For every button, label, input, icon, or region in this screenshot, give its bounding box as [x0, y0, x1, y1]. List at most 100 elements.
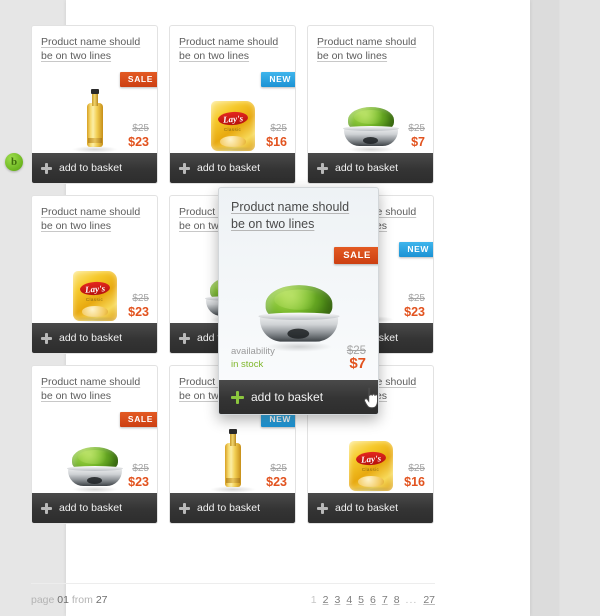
add-to-basket-label: add to basket [335, 502, 399, 514]
plus-icon [317, 162, 328, 174]
page-link-1[interactable]: 1 [311, 594, 317, 606]
product-media: SALE $25 $23 [32, 403, 157, 493]
product-media: SALE $25 $23 [32, 63, 157, 153]
current-price: $7 [349, 355, 366, 372]
pagination-ellipsis: ... [405, 594, 418, 606]
salad-bowl-image [342, 107, 399, 153]
price-block: $25 $16 [404, 463, 425, 489]
add-to-basket-label: add to basket [59, 332, 123, 344]
sale-badge: SALE [119, 72, 157, 87]
price-block: $25 $23 [128, 293, 149, 319]
old-price: $25 [408, 293, 425, 304]
page-link-6[interactable]: 6 [370, 594, 376, 606]
product-title: Product name should be on two lines [179, 36, 279, 62]
product-card[interactable]: Product name should be on two lines SALE… [31, 365, 158, 524]
plus-icon [41, 502, 52, 514]
sale-badge: SALE [334, 247, 378, 264]
current-price: $23 [404, 305, 425, 319]
page-link-2[interactable]: 2 [323, 594, 329, 606]
chips-bag-image: Lay's Classic [71, 271, 118, 323]
plus-icon [231, 390, 244, 404]
bookmark-badge-icon[interactable]: b [5, 153, 23, 171]
plus-icon [41, 332, 52, 344]
price-block: $25 $7 [408, 123, 425, 149]
old-price: $25 [132, 463, 149, 474]
current-price: $23 [128, 475, 149, 489]
product-media: NEW $25 $23 [170, 403, 295, 493]
screen: b Product name should be on two lines SA… [0, 0, 600, 616]
new-badge: NEW [261, 72, 295, 87]
beer-bottle-image [71, 89, 118, 153]
product-media: $25 $7 [308, 63, 433, 153]
price-block: $25 $16 [266, 123, 287, 149]
price-block: $25 $23 [128, 463, 149, 489]
salad-bowl-image [257, 285, 340, 352]
price-block: $25 $23 [404, 293, 425, 319]
product-media: Lay's Classic $25 $23 [32, 233, 157, 323]
beer-bottle-image [209, 429, 256, 493]
old-price: $25 [408, 123, 425, 134]
old-price: $25 [270, 123, 287, 134]
sale-badge: SALE [119, 412, 157, 427]
old-price: $25 [132, 123, 149, 134]
chips-brand-label: Lay's [222, 112, 243, 125]
product-media: NEW Lay's Classic $25 $16 [170, 63, 295, 153]
add-to-basket-button[interactable]: add to basket [32, 153, 157, 183]
add-to-basket-button[interactable]: add to basket [170, 493, 295, 523]
product-card[interactable]: Product name should be on two lines SALE… [31, 25, 158, 184]
popup-price-block: $25 $7 [347, 345, 366, 371]
plus-icon [179, 162, 190, 174]
page-link-3[interactable]: 3 [334, 594, 340, 606]
add-to-basket-button[interactable]: add to basket [32, 323, 157, 353]
new-badge: NEW [399, 242, 433, 257]
add-to-basket-button[interactable]: add to basket [308, 153, 433, 183]
add-to-basket-button[interactable]: add to basket [308, 493, 433, 523]
mouse-cursor-icon [363, 387, 381, 414]
page-link-4[interactable]: 4 [346, 594, 352, 606]
plus-icon [317, 502, 328, 514]
chips-brand-label: Lay's [84, 282, 105, 295]
plus-icon [179, 332, 190, 344]
chips-sub-label: Classic [361, 467, 380, 472]
chips-bag-image: Lay's Classic [347, 441, 394, 493]
page-link-5[interactable]: 5 [358, 594, 364, 606]
add-to-basket-label: add to basket [335, 162, 399, 174]
page-link-8[interactable]: 8 [394, 594, 400, 606]
add-to-basket-label: add to basket [59, 502, 123, 514]
product-media: Lay's Classic $25 $16 [308, 403, 433, 493]
total-pages-number: 27 [95, 594, 108, 606]
pagination-links: 1 2 3 4 5 6 7 8 ... 27 [311, 594, 435, 606]
product-card[interactable]: Product name should be on two lines NEW … [169, 25, 296, 184]
from-word: from [71, 594, 93, 606]
bookmark-badge-label: b [10, 155, 18, 168]
popup-product-title: Product name should be on two lines [231, 200, 350, 231]
product-title: Product name should be on two lines [41, 376, 141, 402]
add-to-basket-button[interactable]: add to basket [32, 493, 157, 523]
current-price: $7 [411, 135, 425, 149]
page-link-last[interactable]: 27 [423, 594, 435, 606]
salad-bowl-image [66, 447, 123, 493]
add-to-basket-label: add to basket [197, 162, 261, 174]
current-price: $16 [266, 135, 287, 149]
product-hover-popup[interactable]: Product name should be on two lines SALE… [218, 187, 379, 415]
product-title: Product name should be on two lines [41, 206, 141, 232]
product-card[interactable]: Product name should be on two lines Lay'… [31, 195, 158, 354]
add-to-basket-button[interactable]: add to basket [219, 380, 378, 414]
availability-value: in stock [231, 359, 264, 370]
current-page-number: 01 [57, 594, 69, 606]
current-price: $23 [266, 475, 287, 489]
plus-icon [179, 502, 190, 514]
price-block: $25 $23 [266, 463, 287, 489]
right-background-band [530, 0, 600, 616]
chips-bag-image: Lay's Classic [209, 101, 256, 153]
current-price: $23 [128, 135, 149, 149]
page-link-7[interactable]: 7 [382, 594, 388, 606]
add-to-basket-label: add to basket [59, 162, 123, 174]
product-card[interactable]: Product name should be on two lines $25 … [307, 25, 434, 184]
page-indicator: page 01 from 27 [31, 594, 108, 606]
add-to-basket-label: add to basket [251, 390, 324, 404]
add-to-basket-button[interactable]: add to basket [170, 153, 295, 183]
old-price: $25 [270, 463, 287, 474]
current-price: $16 [404, 475, 425, 489]
product-title: Product name should be on two lines [317, 36, 417, 62]
